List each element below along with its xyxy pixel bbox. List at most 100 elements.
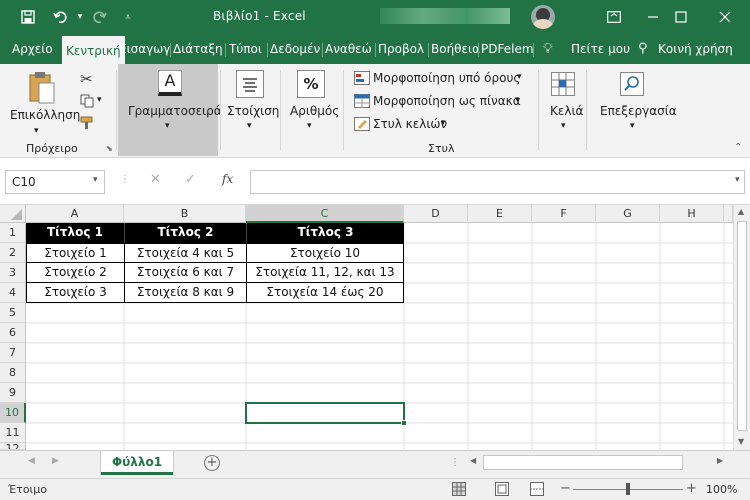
spreadsheet-grid[interactable]: A B C D E F G H 1 2 3 4 5 6 7 8 9 10 11 … [0,205,750,450]
close-icon[interactable] [706,0,744,34]
format-painter-icon[interactable] [80,116,94,133]
scroll-sheets-right-icon[interactable]: ▶ [52,456,59,466]
cells-dropdown-icon[interactable]: ▾ [561,121,566,131]
scroll-right-icon[interactable]: ▶ [717,456,723,465]
table-cell[interactable]: Στοιχείο 3 [26,282,125,303]
column-header-selected[interactable]: C [246,205,404,223]
conditional-formatting-dropdown-icon[interactable]: ▾ [517,72,522,82]
tab-file[interactable]: Αρχείο [12,34,53,64]
table-header-cell[interactable]: Τίτλος 3 [246,223,404,243]
cancel-icon[interactable]: ✕ [150,172,161,187]
table-cell[interactable]: Στοιχείο 10 [246,243,404,263]
table-cell[interactable]: Στοιχείο 1 [26,243,125,263]
number-dropdown-icon[interactable]: ▾ [307,121,312,131]
vertical-scroll-thumb[interactable] [737,221,747,431]
row-header[interactable]: 9 [0,383,26,403]
formula-drag-handle-icon[interactable]: ⋮ [120,174,130,185]
row-header[interactable]: 5 [0,303,26,323]
avatar[interactable] [531,5,555,29]
name-box[interactable]: C10 [5,170,105,194]
tab-formulas[interactable]: Τύποι [229,34,262,64]
column-header[interactable]: E [468,205,532,223]
lightbulb-icon[interactable]: 💡︎ [543,34,553,64]
save-icon[interactable] [14,0,42,34]
row-header[interactable]: 8 [0,363,26,383]
enter-icon[interactable]: ✓ [185,172,196,187]
conditional-formatting-button[interactable]: Μορφοποίηση υπό όρους [373,71,520,85]
format-as-table-button[interactable]: Μορφοποίηση ως πίνακα [373,94,521,108]
tab-insert[interactable]: Εισαγωγ [119,34,170,64]
zoom-in-button[interactable]: + [686,481,697,496]
font-group-button[interactable]: A Γραμματοσειρά ▾ [118,64,222,156]
fill-handle[interactable] [401,420,407,426]
copy-dropdown-icon[interactable]: ▾ [97,95,102,105]
row-header[interactable]: 7 [0,343,26,363]
row-header[interactable]: 11 [0,423,26,443]
copy-icon[interactable] [80,94,94,111]
customize-qat-icon[interactable]: ⩡ [120,0,136,34]
row-header[interactable]: 12 [0,443,26,450]
table-cell[interactable]: Στοιχεία 4 και 5 [124,243,247,263]
table-cell[interactable]: Στοιχεία 8 και 9 [124,282,247,303]
horizontal-scroll-thumb[interactable] [483,455,683,470]
table-header-cell[interactable]: Τίτλος 2 [124,223,246,243]
scroll-left-icon[interactable]: ◀ [470,456,476,465]
page-layout-view-icon[interactable] [495,482,509,499]
column-header[interactable]: G [596,205,660,223]
undo-icon[interactable] [47,0,75,34]
alignment-button[interactable]: Στοίχιση [227,104,279,118]
cell-styles-dropdown-icon[interactable]: ▾ [441,118,446,128]
editing-button[interactable]: Επεξεργασία [600,104,677,118]
tab-review[interactable]: Αναθεώ [325,34,372,64]
table-cell[interactable]: Στοιχεία 6 και 7 [124,262,247,283]
paste-button[interactable]: Επικόλληση [10,108,80,122]
cells-button[interactable]: Κελιά [550,104,583,118]
row-header[interactable]: 6 [0,323,26,343]
column-header[interactable]: A [26,205,124,223]
clipboard-launcher-icon[interactable]: ⬊ [106,144,113,153]
tab-home[interactable]: Κεντρική [62,34,125,64]
redo-icon[interactable] [87,0,111,34]
zoom-out-button[interactable]: − [560,481,571,496]
share-person-icon[interactable]: ⚲ [638,34,648,64]
column-header[interactable] [724,205,733,223]
scroll-sheets-left-icon[interactable]: ◀ [28,456,35,466]
normal-view-icon[interactable] [452,482,466,499]
row-header-selected[interactable]: 10 [0,403,26,423]
tab-view[interactable]: Προβολ [378,34,424,64]
tab-help[interactable]: Βοήθεια [431,34,480,64]
row-header[interactable]: 4 [0,283,26,303]
column-header[interactable]: D [404,205,468,223]
tell-me-search[interactable]: Πείτε μου [571,34,630,64]
selected-cell[interactable] [245,402,405,424]
tab-pdfelement[interactable]: PDFelem [481,34,534,64]
cut-icon[interactable]: ✂ [80,70,93,88]
table-cell[interactable]: Στοιχείο 2 [26,262,125,283]
scroll-up-icon[interactable]: ▲ [738,207,744,216]
zoom-level[interactable]: 100% [706,483,737,496]
zoom-slider-thumb[interactable] [626,483,630,495]
number-button[interactable]: Αριθμός [290,104,339,118]
collapse-ribbon-icon[interactable]: ⌃ [734,142,742,153]
table-cell[interactable]: Στοιχεία 14 έως 20 [246,282,404,303]
table-header-cell[interactable]: Τίτλος 1 [26,223,124,243]
select-all-corner[interactable] [0,205,26,223]
insert-function-button[interactable]: fx [222,172,233,186]
column-header[interactable]: F [532,205,596,223]
ribbon-display-icon[interactable] [594,0,634,34]
tab-layout[interactable]: Διάταξη [173,34,223,64]
row-header[interactable]: 3 [0,263,26,283]
name-box-dropdown-icon[interactable]: ▾ [93,175,98,185]
table-cell[interactable]: Στοιχεία 11, 12, και 13 [246,262,404,283]
tab-data[interactable]: Δεδομέν [270,34,320,64]
page-break-view-icon[interactable] [530,482,544,499]
row-header[interactable]: 2 [0,243,26,263]
scroll-down-icon[interactable]: ▼ [738,437,744,446]
column-header[interactable]: B [124,205,246,223]
add-sheet-icon[interactable]: + [204,455,220,471]
column-header[interactable]: H [660,205,724,223]
tab-split-handle-icon[interactable]: ⋮ [450,457,460,468]
share-button[interactable]: Κοινή χρήση [658,34,733,64]
undo-dropdown-icon[interactable]: ▾ [73,0,87,34]
paste-dropdown-icon[interactable]: ▾ [34,126,39,136]
